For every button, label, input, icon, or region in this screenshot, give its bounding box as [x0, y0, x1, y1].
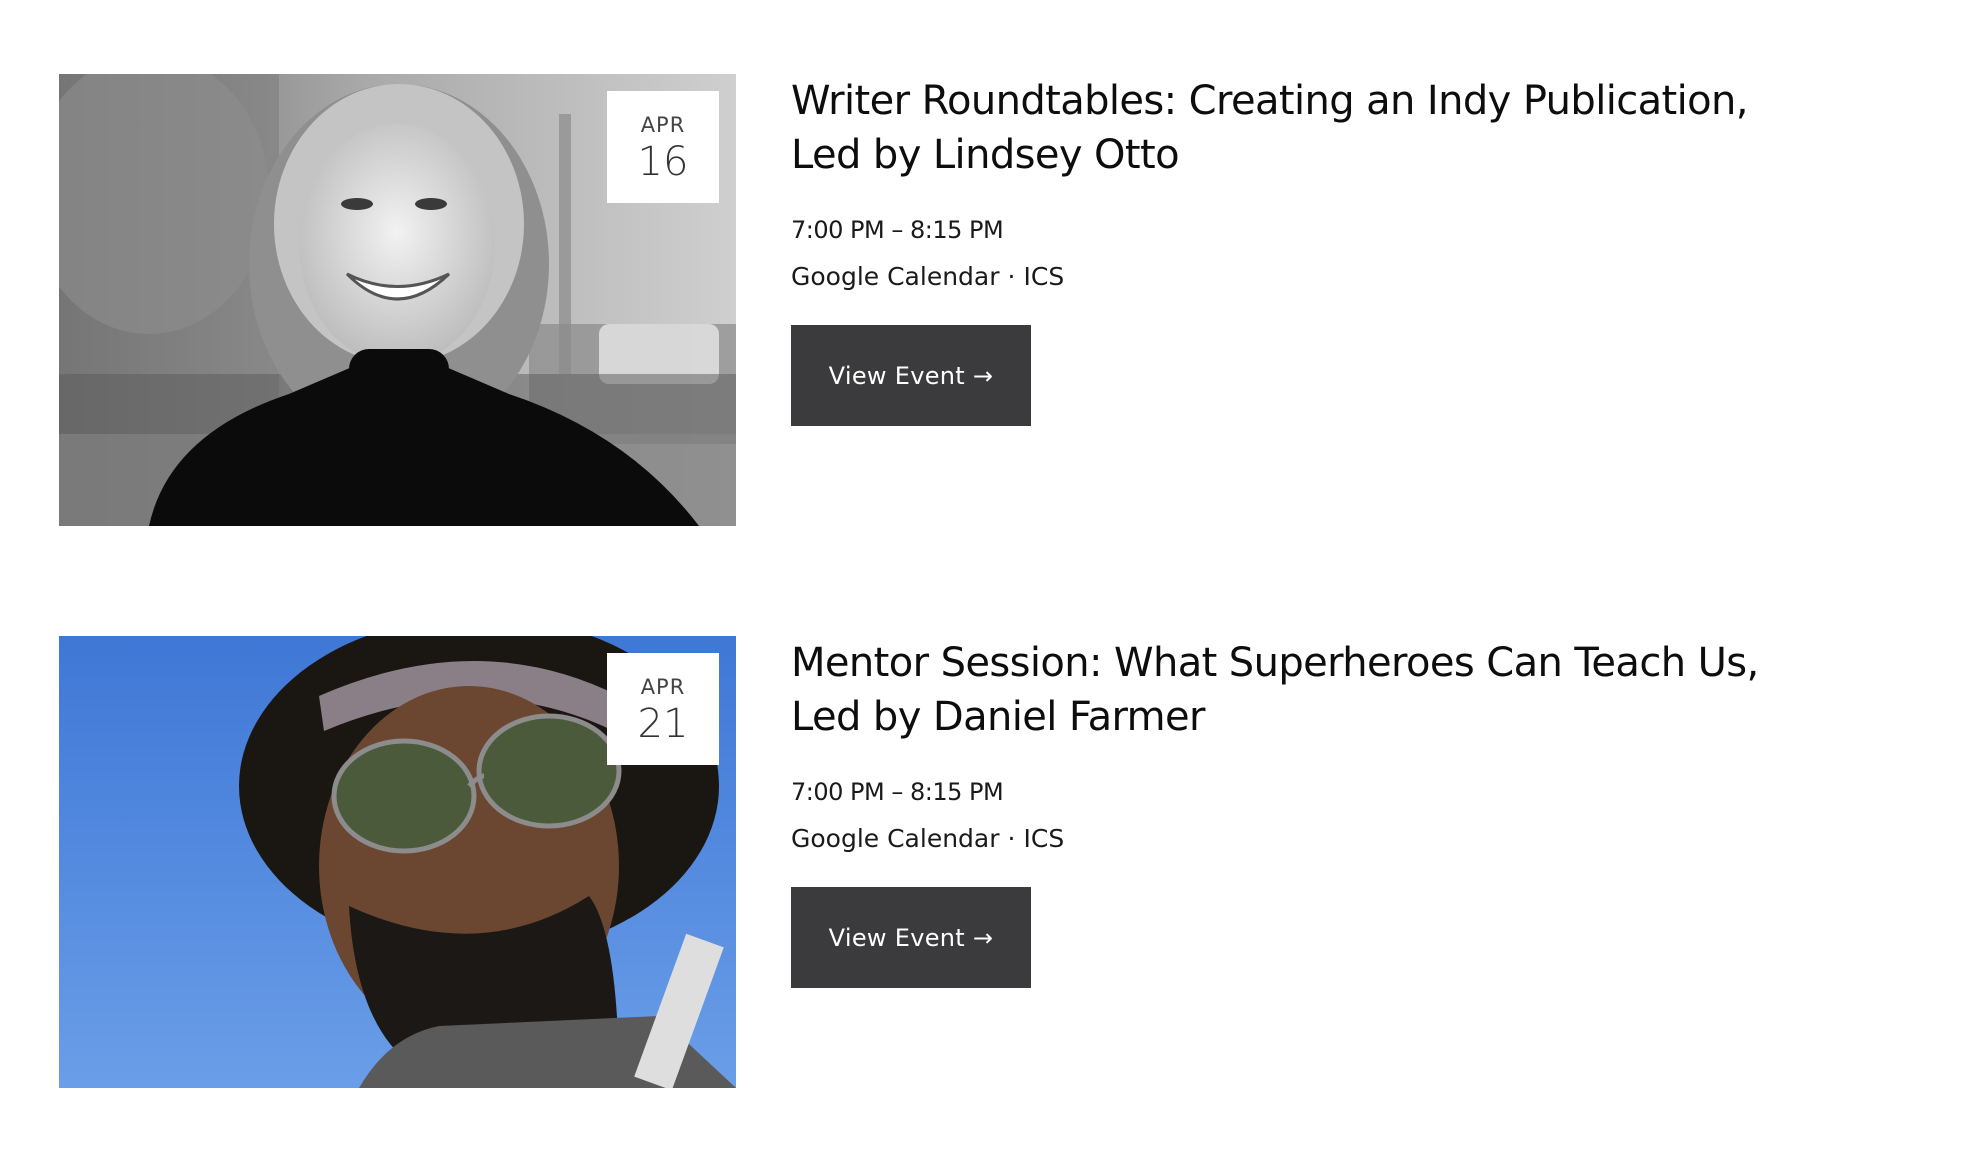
link-separator: · — [1007, 824, 1016, 853]
view-event-button[interactable]: View Event → — [791, 325, 1031, 426]
event-time: 7:00 PM – 8:15 PM — [791, 778, 1004, 806]
google-calendar-link[interactable]: Google Calendar — [791, 824, 1000, 853]
date-badge: APR 21 — [607, 653, 719, 765]
event-title-line1: Mentor Session: What Superheroes Can Tea… — [791, 640, 1759, 686]
date-month: APR — [640, 113, 686, 137]
ics-link[interactable]: ICS — [1023, 824, 1064, 853]
event-list-item: APR 16 Writer Roundtables: Creating an I… — [59, 74, 1939, 526]
date-day: 21 — [637, 701, 689, 747]
date-month: APR — [640, 675, 686, 699]
ics-link[interactable]: ICS — [1023, 262, 1064, 291]
calendar-links: Google Calendar · ICS — [791, 823, 1939, 855]
event-info: Writer Roundtables: Creating an Indy Pub… — [791, 74, 1939, 426]
calendar-links: Google Calendar · ICS — [791, 261, 1939, 293]
date-badge: APR 16 — [607, 91, 719, 203]
event-list-item: APR 21 Mentor Session: What Superheroes … — [59, 636, 1939, 1088]
event-time: 7:00 PM – 8:15 PM — [791, 216, 1004, 244]
event-title: Writer Roundtables: Creating an Indy Pub… — [791, 74, 1939, 182]
event-title-line2: Led by Daniel Farmer — [791, 694, 1206, 740]
event-title-link[interactable]: Writer Roundtables: Creating an Indy Pub… — [791, 78, 1748, 178]
event-info: Mentor Session: What Superheroes Can Tea… — [791, 636, 1939, 988]
event-title-line2: Led by Lindsey Otto — [791, 132, 1180, 178]
date-day: 16 — [637, 139, 689, 185]
event-title-link[interactable]: Mentor Session: What Superheroes Can Tea… — [791, 640, 1759, 740]
link-separator: · — [1007, 262, 1016, 291]
view-event-button[interactable]: View Event → — [791, 887, 1031, 988]
event-title: Mentor Session: What Superheroes Can Tea… — [791, 636, 1939, 744]
google-calendar-link[interactable]: Google Calendar — [791, 262, 1000, 291]
event-title-line1: Writer Roundtables: Creating an Indy Pub… — [791, 78, 1748, 124]
